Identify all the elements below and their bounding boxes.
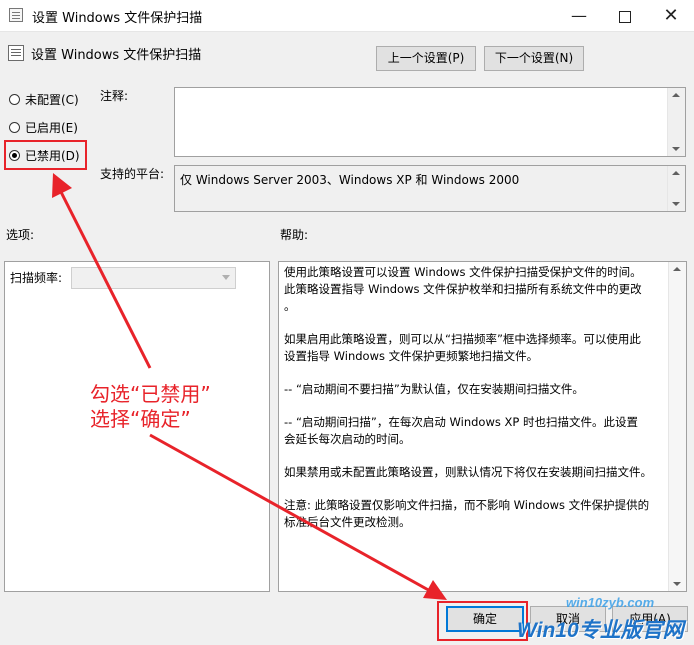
watermark-brand: Win10专业版官网 [517, 619, 684, 642]
arrow-to-ok [149, 433, 433, 594]
arrow-to-disabled [58, 189, 152, 369]
annotation-line: 勾选“已禁用” [90, 382, 211, 406]
annotation-line: 选择“确定” [90, 407, 191, 431]
annotation-text: 勾选“已禁用” 选择“确定” [90, 382, 211, 432]
watermark-url: win10zyb.com [566, 595, 655, 610]
annotation-arrows [52, 173, 447, 600]
